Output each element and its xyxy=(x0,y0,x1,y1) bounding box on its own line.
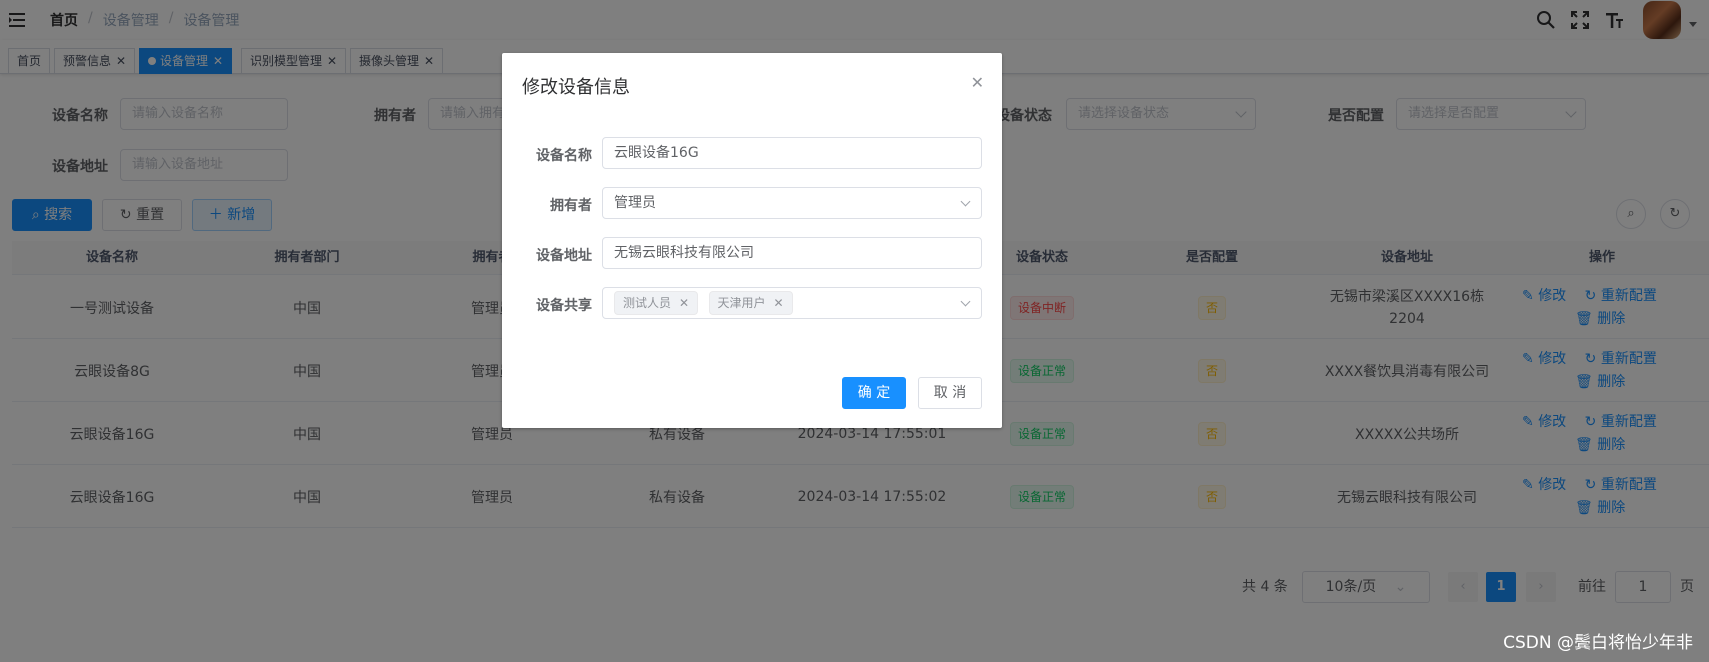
edit-device-dialog: 修改设备信息 ✕ 设备名称 云眼设备16G 拥有者 管理员 设备地址 无锡云眼科… xyxy=(502,53,1002,428)
dialog-name-label: 设备名称 xyxy=(536,148,592,164)
cancel-button[interactable]: 取 消 xyxy=(918,377,982,409)
device-share-multiselect[interactable]: 测试人员 ✕ 天津用户 ✕ xyxy=(602,287,982,319)
dialog-owner-label: 拥有者 xyxy=(550,198,592,214)
confirm-button[interactable]: 确 定 xyxy=(842,377,906,409)
share-chip: 测试人员 ✕ xyxy=(614,291,699,315)
device-name-field[interactable]: 云眼设备16G xyxy=(602,137,982,169)
chip-close-icon[interactable]: ✕ xyxy=(679,296,689,310)
device-address-field[interactable]: 无锡云眼科技有限公司 xyxy=(602,237,982,269)
chevron-down-icon xyxy=(960,196,971,207)
close-icon[interactable]: ✕ xyxy=(971,73,984,92)
dialog-title: 修改设备信息 xyxy=(522,77,630,98)
dialog-share-label: 设备共享 xyxy=(536,298,592,314)
owner-select[interactable]: 管理员 xyxy=(602,187,982,219)
chevron-down-icon xyxy=(960,296,971,307)
share-chip: 天津用户 ✕ xyxy=(708,291,793,315)
chip-close-icon[interactable]: ✕ xyxy=(774,296,784,310)
watermark: CSDN @鬓白将怡少年非 xyxy=(1503,633,1693,653)
dialog-address-label: 设备地址 xyxy=(536,248,592,264)
